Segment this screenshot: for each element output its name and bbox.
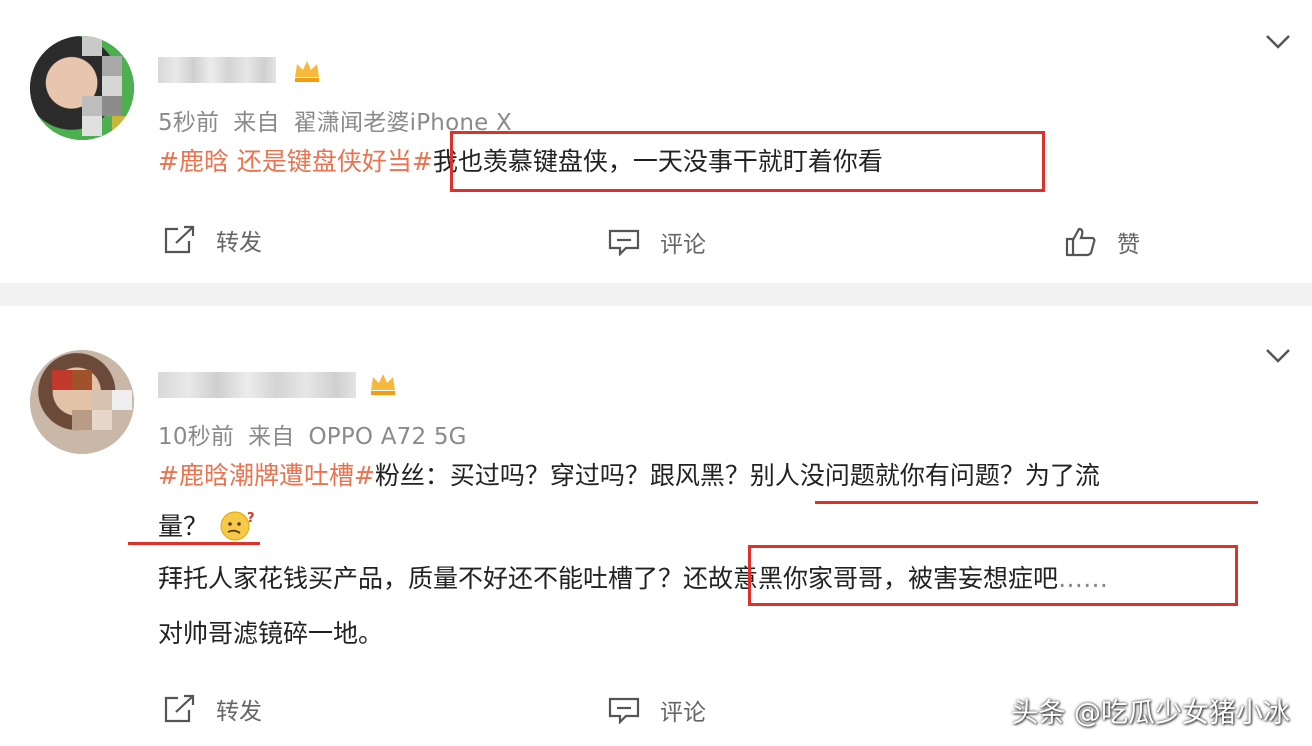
post-text-segment: 量？ (158, 512, 209, 541)
repost-button[interactable]: 转发 (162, 692, 262, 726)
username-redacted[interactable] (158, 372, 356, 398)
annotation-box (450, 131, 1045, 192)
post-text-line: 对帅哥滤镜碎一地。 (158, 617, 383, 651)
comment-label: 评论 (660, 700, 706, 726)
post-time: 5秒前 (158, 110, 220, 136)
like-icon (1065, 227, 1096, 257)
repost-label: 转发 (216, 699, 262, 725)
annotation-box (748, 545, 1238, 606)
vip-crown-icon (295, 61, 319, 82)
post-card: 5秒前 来自 翟潇闻老婆iPhone X #鹿晗 还是键盘侠好当#我也羡慕键盘侠，一… (0, 0, 1312, 283)
chevron-down-icon[interactable] (1265, 348, 1291, 364)
post-meta: 10秒前 来自 OPPO A72 5G (158, 417, 481, 451)
comment-button[interactable]: 评论 (608, 225, 706, 259)
repost-icon (164, 225, 195, 254)
hashtag-link[interactable]: #鹿晗 还是键盘侠好当# (158, 147, 433, 176)
post-text-segment: 拜托人家花钱买产品，质量不好还不能吐槽了 (158, 564, 659, 593)
post-card: 10秒前 来自 OPPO A72 5G #鹿晗潮牌遭吐槽#粉丝：买过吗？穿过吗？跟风… (0, 306, 1312, 746)
repost-label: 转发 (216, 230, 262, 256)
source-prefix: 来自 (248, 424, 295, 450)
like-label: 赞 (1117, 232, 1140, 258)
post-underlined-text: 别人没问题就你有问题？为了流 (749, 461, 1100, 490)
comment-label: 评论 (660, 232, 706, 258)
watermark: 头条 @吃瓜少女猪小冰 (1011, 698, 1290, 729)
repost-icon (164, 694, 195, 723)
avatar[interactable] (30, 36, 134, 140)
comment-icon (608, 229, 640, 256)
svg-text:?: ? (247, 511, 255, 526)
hashtag-link[interactable]: #鹿晗潮牌遭吐槽# (158, 461, 375, 490)
annotation-underline (128, 542, 260, 545)
post-source: OPPO A72 5G (308, 424, 467, 450)
username-redacted[interactable] (158, 57, 276, 83)
confused-emoji-icon: ? (220, 511, 255, 541)
post-time: 10秒前 (158, 424, 235, 450)
vip-crown-icon (371, 374, 395, 395)
avatar[interactable] (30, 350, 134, 454)
post-text-segment: 对帅哥滤镜碎一地。 (158, 619, 384, 648)
source-prefix: 来自 (233, 110, 280, 136)
feed-page: 5秒前 来自 翟潇闻老婆iPhone X #鹿晗 还是键盘侠好当#我也羡慕键盘侠，一… (0, 0, 1312, 746)
comment-icon (608, 697, 640, 724)
feed-separator (0, 283, 1312, 306)
post-text-line: #鹿晗潮牌遭吐槽#粉丝：买过吗？穿过吗？跟风黑？别人没问题就你有问题？为了流 (158, 459, 1100, 493)
post-text-line: 量？ (158, 510, 208, 544)
repost-button[interactable]: 转发 (162, 223, 262, 257)
chevron-down-icon[interactable] (1265, 34, 1291, 50)
like-button[interactable]: 赞 (1065, 225, 1140, 259)
post-text-segment: 粉丝：买过吗？穿过吗？跟风黑？ (374, 461, 750, 490)
annotation-underline (815, 501, 1258, 504)
comment-button[interactable]: 评论 (608, 693, 706, 727)
